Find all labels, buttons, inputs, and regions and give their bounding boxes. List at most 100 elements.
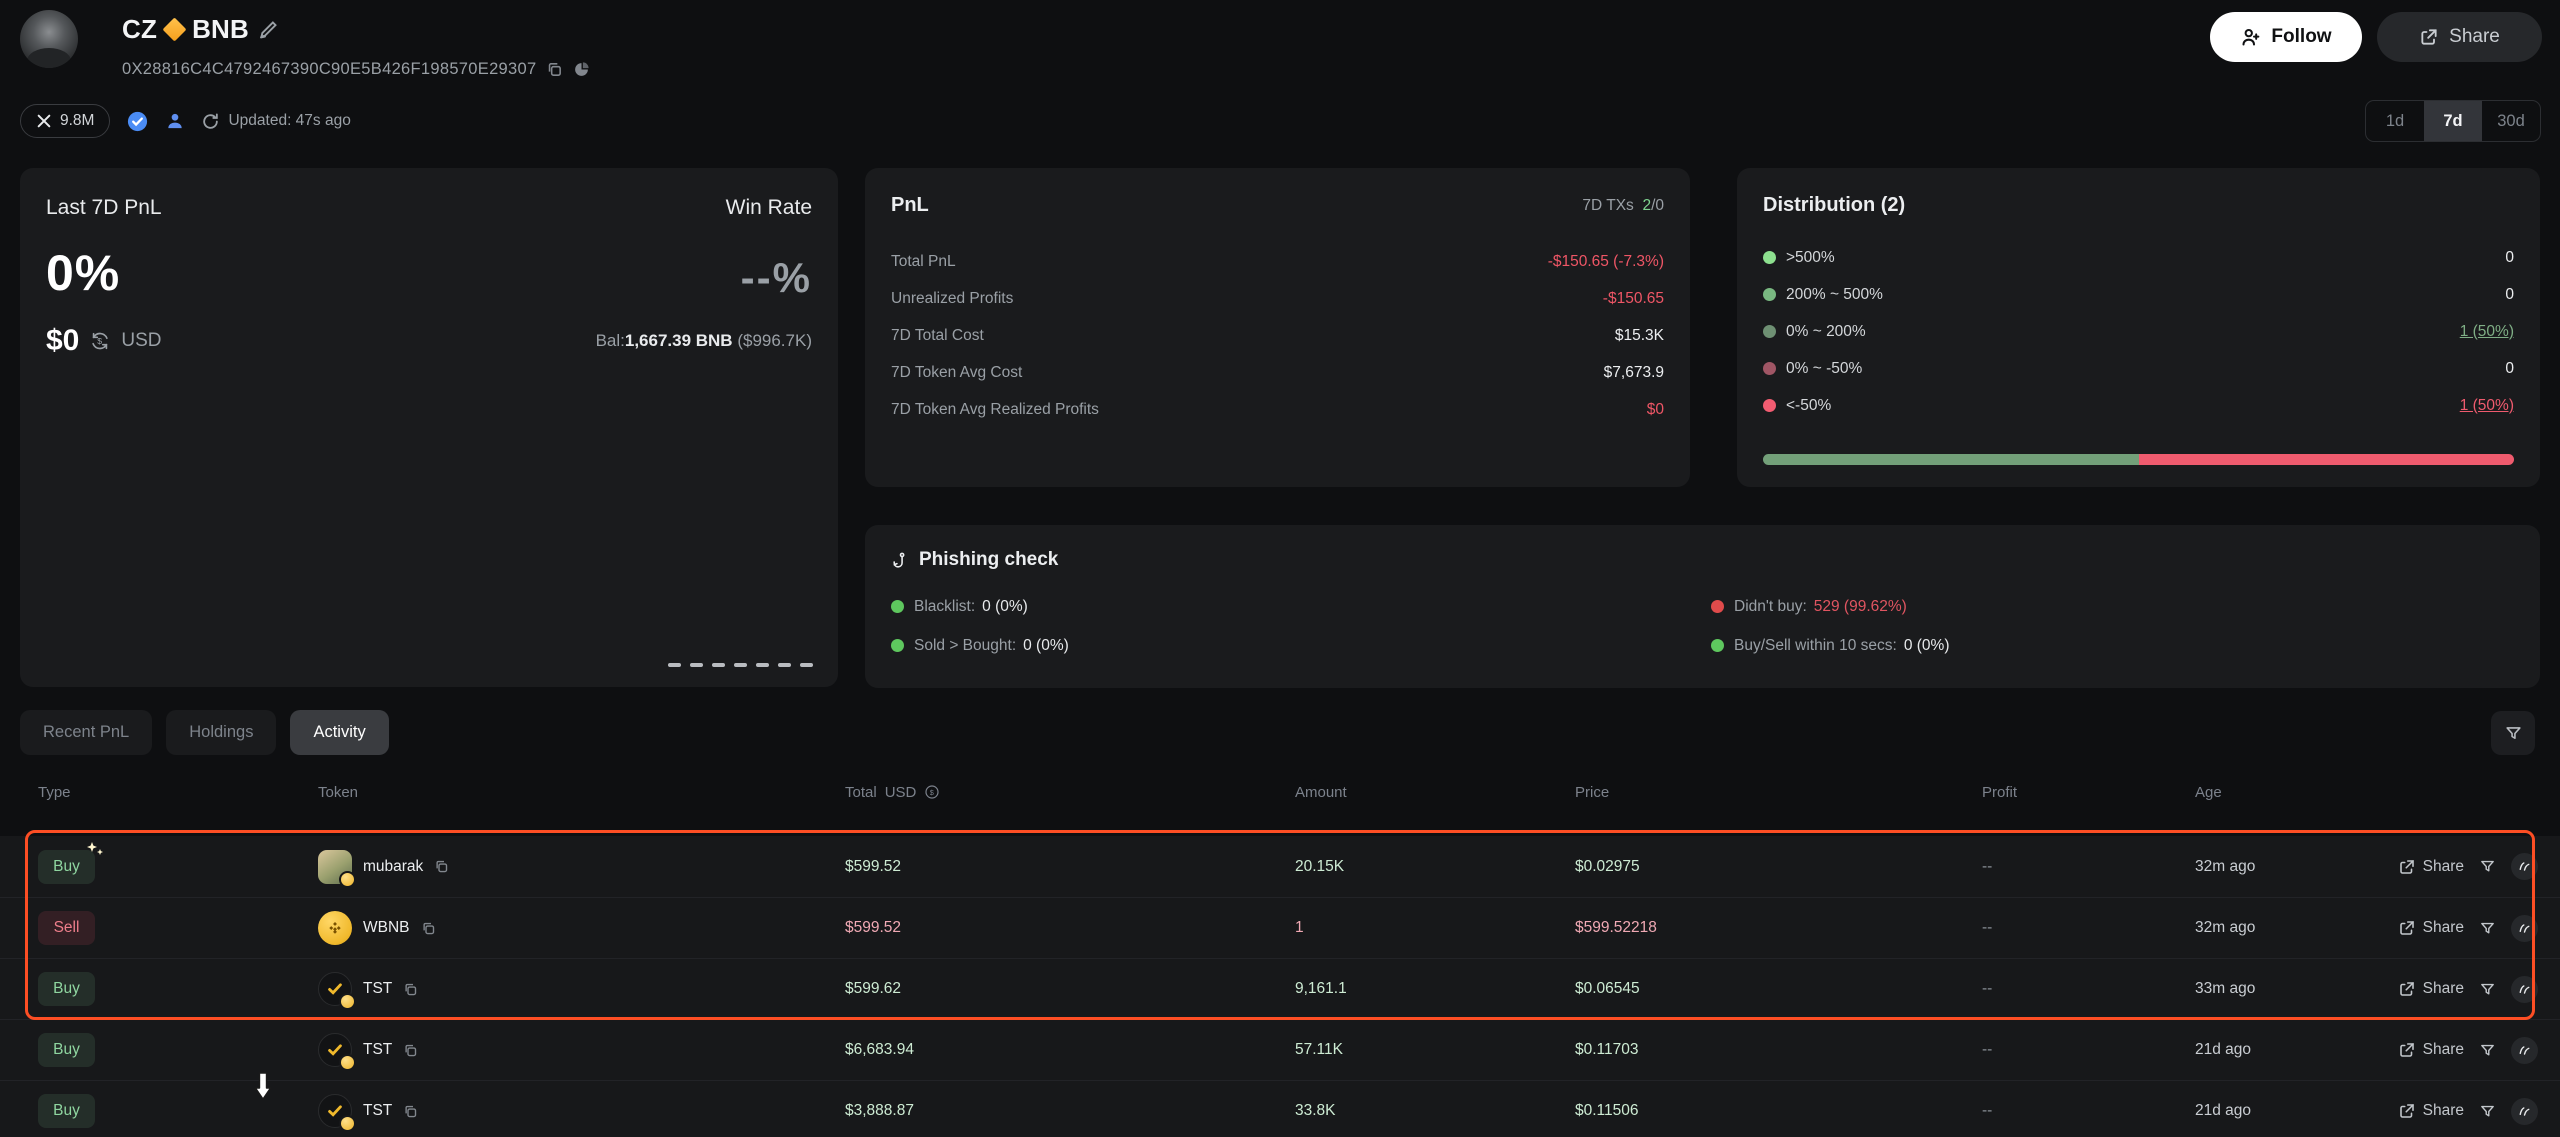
cell-amount: 20.15K [1295,858,1575,876]
stat-row-avg-realized: 7D Token Avg Realized Profits$0 [891,391,1664,428]
cell-total: $599.52 [845,919,1295,937]
phishing-title: Phishing check [919,549,1058,571]
table-row[interactable]: Sell WBNB [0,897,2560,958]
follow-button[interactable]: Follow [2210,12,2362,62]
row-share-button[interactable]: Share [2398,919,2464,937]
row-share-button[interactable]: Share [2398,1102,2464,1120]
copy-token-icon[interactable] [403,1043,418,1058]
cell-total: $3,888.87 [845,1102,1295,1120]
table-row[interactable]: Buy TST $599.62 9,161.1 $0.06545 [0,958,2560,1019]
token-icon-mubarak [318,850,352,884]
stat-row-total-cost: 7D Total Cost$15.3K [891,317,1664,354]
gmgn-logo-icon[interactable] [2511,1098,2538,1125]
token-icon-wbnb [318,911,352,945]
refresh-icon[interactable] [201,112,220,131]
sparkle-icon [83,840,107,862]
currency-switch-icon[interactable]: $ [89,330,111,352]
table-filter-button[interactable] [2491,711,2535,755]
copy-token-icon[interactable] [403,1104,418,1119]
dist-row-0-neg50: 0% ~ -50%0 [1763,350,2514,387]
distribution-bar-green [1763,454,2139,465]
token-name[interactable]: mubarak [363,858,423,876]
edit-icon[interactable] [258,19,279,40]
flat-pnl-sparkline [668,663,813,667]
cell-total: $599.52 [845,858,1295,876]
svg-text:$: $ [98,336,103,346]
copy-address-icon[interactable] [546,61,563,78]
cell-amount: 57.11K [1295,1041,1575,1059]
col-price: Price [1575,784,1982,801]
table-row[interactable]: Buy mubarak [0,836,2560,897]
cell-age: 32m ago [2195,919,2385,937]
usd-toggle-icon: $ [924,784,940,800]
cell-amount: 9,161.1 [1295,980,1575,998]
dist-dot [1763,288,1776,301]
gmgn-logo-icon[interactable] [2511,853,2538,880]
buy-badge: Buy [38,972,95,1006]
pnl-summary-card: Last 7D PnL Win Rate 0% --% $0 $ USD Bal… [20,168,838,687]
funnel-icon [2504,724,2523,743]
tab-activity[interactable]: Activity [290,710,388,755]
copy-token-icon[interactable] [403,982,418,997]
gmgn-logo-icon[interactable] [2511,976,2538,1003]
cell-age: 21d ago [2195,1041,2385,1059]
distribution-bar-red [2139,454,2515,465]
copy-token-icon[interactable] [421,921,436,936]
share-button[interactable]: Share [2377,12,2542,62]
row-filter-icon[interactable] [2479,920,2496,937]
range-30d[interactable]: 30d [2482,101,2540,141]
pnl-stats-card: PnL 7D TXs 2/0 Total PnL-$150.65 (-7.3%)… [865,168,1690,487]
row-share-button[interactable]: Share [2398,980,2464,998]
row-share-button[interactable]: Share [2398,858,2464,876]
range-7d[interactable]: 7d [2424,101,2482,141]
table-row[interactable]: Buy TST $6,683.94 57.11K $0.11703 [0,1019,2560,1080]
cell-age: 21d ago [2195,1102,2385,1120]
phish-blacklist: Blacklist:0 (0%) [891,598,1711,616]
row-filter-icon[interactable] [2479,1103,2496,1120]
linked-profile-icon[interactable] [165,111,185,131]
cell-total: $6,683.94 [845,1041,1295,1059]
avatar [20,10,78,68]
follow-label: Follow [2271,26,2331,48]
share-icon [2398,919,2416,937]
dist-link-0-200[interactable]: 1 (50%) [2460,323,2514,341]
token-name[interactable]: WBNB [363,919,410,937]
token-name[interactable]: TST [363,1041,392,1059]
cell-age: 33m ago [2195,980,2385,998]
distribution-bar [1763,454,2514,465]
cell-age: 32m ago [2195,858,2385,876]
cell-amount: 33.8K [1295,1102,1575,1120]
token-name[interactable]: TST [363,1102,392,1120]
cell-price: $0.11703 [1575,1041,1982,1059]
dist-link-lt-neg50[interactable]: 1 (50%) [2460,397,2514,415]
token-name[interactable]: TST [363,980,392,998]
phish-buysell-10s: Buy/Sell within 10 secs:0 (0%) [1711,637,2514,655]
copy-token-icon[interactable] [434,859,449,874]
row-filter-icon[interactable] [2479,858,2496,875]
tab-recent-pnl[interactable]: Recent PnL [20,710,152,755]
x-followers-badge[interactable]: 9.8M [20,104,110,138]
gmgn-logo-icon[interactable] [2511,1037,2538,1064]
balance-text: Bal:1,667.39 BNB ($996.7K) [596,331,812,351]
tab-holdings[interactable]: Holdings [166,710,276,755]
row-filter-icon[interactable] [2479,1042,2496,1059]
distribution-title: Distribution (2) [1763,194,1905,216]
dist-dot [1763,399,1776,412]
verified-badge-icon [126,110,149,133]
phish-didnt-buy: Didn't buy:529 (99.62%) [1711,598,2514,616]
x-twitter-icon [36,113,52,129]
row-filter-icon[interactable] [2479,981,2496,998]
gmgn-logo-icon[interactable] [2511,915,2538,942]
table-row[interactable]: Buy TST $3,888.87 33.8K $0.11506 [0,1080,2560,1137]
status-dot [1711,639,1724,652]
bnb-diamond-icon [163,17,187,41]
share-icon [2398,1102,2416,1120]
x-followers-count: 9.8M [60,112,94,130]
table-header-row: Type Token TotalUSD $ Amount Price Profi… [0,772,2560,812]
row-share-button[interactable]: Share [2398,1041,2464,1059]
buy-badge: Buy [38,850,95,884]
pie-chart-icon[interactable] [573,61,590,78]
col-total-usd[interactable]: TotalUSD $ [845,784,1295,801]
range-1d[interactable]: 1d [2366,101,2424,141]
stat-row-total-pnl: Total PnL-$150.65 (-7.3%) [891,243,1664,280]
